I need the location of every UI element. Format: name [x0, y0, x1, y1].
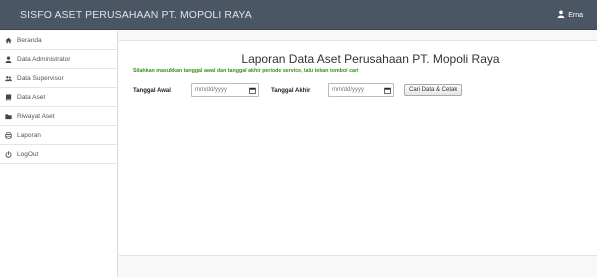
sidebar-item-data-aset[interactable]: Data Aset	[0, 88, 117, 107]
print-icon	[5, 131, 17, 139]
instruction-text: Silahkan masukkan tanggal awal dan tangg…	[133, 68, 359, 74]
sidebar-item-riwayat-aset[interactable]: Riwayat Aset	[0, 107, 117, 126]
user-icon	[557, 10, 565, 20]
book-icon	[5, 94, 17, 101]
start-date-input[interactable]: mm/dd/yyyy	[191, 83, 259, 97]
start-date-placeholder: mm/dd/yyyy	[195, 87, 228, 93]
users-icon	[5, 75, 17, 82]
sidebar-item-beranda[interactable]: Beranda	[0, 31, 117, 50]
page-title: Laporan Data Aset Perusahaan PT. Mopoli …	[241, 52, 500, 66]
user-name: Erna	[568, 11, 583, 19]
calendar-icon[interactable]	[247, 87, 258, 94]
sidebar-item-label: Riwayat Aset	[17, 112, 55, 120]
sidebar-item-label: Data Aset	[17, 93, 46, 101]
end-date-placeholder: mm/dd/yyyy	[332, 87, 365, 93]
end-date-label: Tanggal Akhir	[271, 88, 311, 94]
app-brand[interactable]: SISFO ASET PERUSAHAAN PT. MOPOLI RAYA	[20, 9, 252, 21]
search-print-button[interactable]: Cari Data & Cetak	[404, 84, 463, 96]
sidebar-item-label: LogOut	[17, 150, 39, 158]
folder-icon	[5, 113, 17, 120]
start-date-label: Tanggal Awal	[133, 88, 171, 94]
user-icon	[5, 55, 17, 63]
sidebar-item-label: Data Supervisor	[17, 74, 64, 82]
sidebar: Beranda Data Administrator Data Supervis…	[0, 31, 118, 277]
calendar-icon[interactable]	[382, 87, 393, 94]
home-icon	[5, 37, 17, 44]
sidebar-item-data-administrator[interactable]: Data Administrator	[0, 50, 117, 69]
report-panel: Laporan Data Aset Perusahaan PT. Mopoli …	[119, 40, 597, 256]
power-icon	[5, 150, 17, 158]
sidebar-item-label: Laporan	[17, 131, 41, 139]
sidebar-item-laporan[interactable]: Laporan	[0, 126, 117, 145]
end-date-input[interactable]: mm/dd/yyyy	[328, 83, 394, 97]
top-navbar: SISFO ASET PERUSAHAAN PT. MOPOLI RAYA Er…	[0, 0, 597, 30]
sidebar-item-label: Beranda	[17, 36, 42, 44]
sidebar-item-label: Data Administrator	[17, 55, 71, 63]
sidebar-item-data-supervisor[interactable]: Data Supervisor	[0, 69, 117, 88]
sidebar-item-logout[interactable]: LogOut	[0, 145, 117, 164]
user-menu[interactable]: Erna	[557, 10, 583, 20]
